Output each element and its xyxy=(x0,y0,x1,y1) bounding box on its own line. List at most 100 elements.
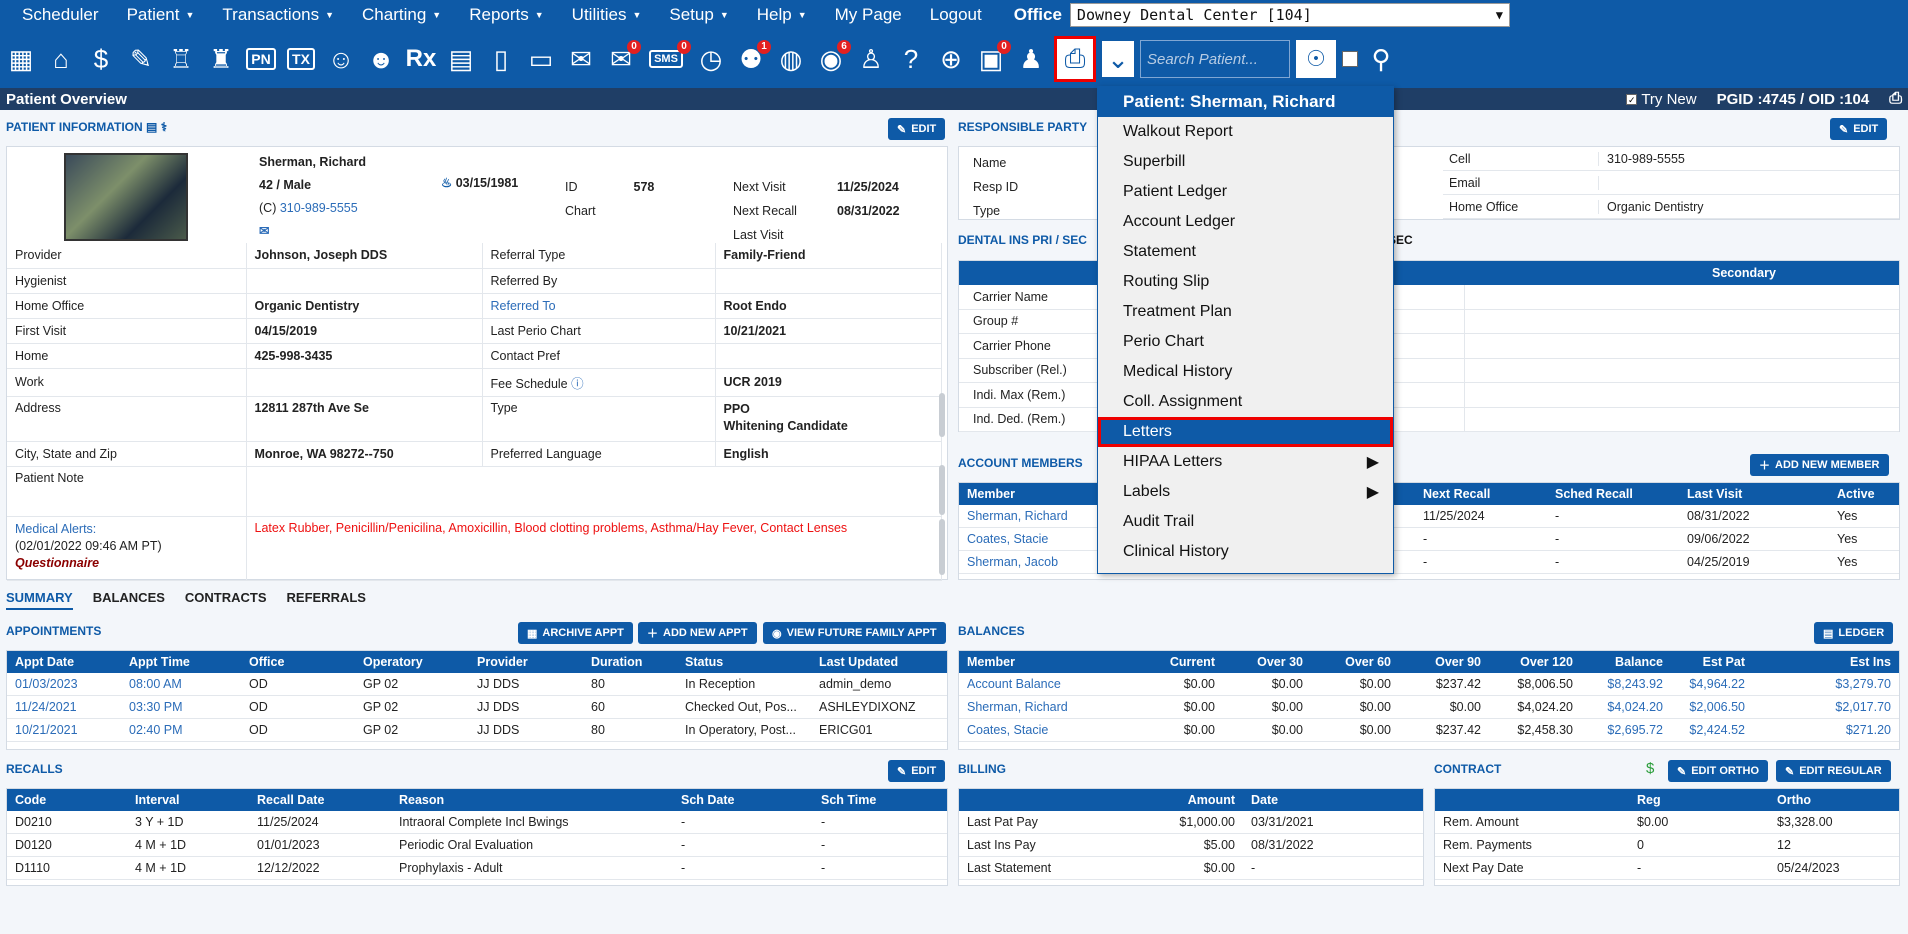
table-cell[interactable]: $4,964.22 xyxy=(1671,673,1753,696)
tooth-icon[interactable]: ♙ xyxy=(854,39,888,79)
patient-edit-button[interactable]: ✎ EDIT xyxy=(888,118,946,140)
patient-phone-link[interactable]: 310-989-5555 xyxy=(280,201,358,215)
scrollbar[interactable] xyxy=(939,393,945,437)
search-patient-input[interactable]: Search Patient... xyxy=(1140,40,1290,78)
print-menu-item-clinical-history[interactable]: Clinical History xyxy=(1098,537,1393,567)
tab-contracts[interactable]: CONTRACTS xyxy=(185,590,267,610)
tab-referrals[interactable]: REFERRALS xyxy=(287,590,366,610)
view-future-family-appt-button[interactable]: ◉ VIEW FUTURE FAMILY APPT xyxy=(763,622,946,644)
alerts-icon[interactable]: ⚉ 1 xyxy=(734,39,771,79)
search-checkbox[interactable] xyxy=(1342,51,1358,67)
menu-item-setup[interactable]: Setup ▼ xyxy=(655,5,742,25)
menu-item-help[interactable]: Help ▼ xyxy=(743,5,821,25)
print-menu-item-treatment-plan[interactable]: Treatment Plan xyxy=(1098,297,1393,327)
table-row[interactable]: Last Ins Pay $5.00 08/31/2022 xyxy=(959,833,1423,857)
print-menu-item-patient-ledger[interactable]: Patient Ledger xyxy=(1098,177,1393,207)
table-cell[interactable]: 01/03/2023 xyxy=(7,673,121,696)
table-row[interactable]: Sherman, Richard $0.00 $0.00 $0.00 $0.00 $4,0… xyxy=(959,695,1899,719)
table-cell[interactable]: 11/24/2021 xyxy=(7,695,121,719)
web-icon[interactable]: ⊕ xyxy=(934,39,968,79)
home-icon[interactable]: ⌂ xyxy=(44,39,78,79)
progress-notes-icon[interactable]: PN xyxy=(244,39,278,79)
menu-item-transactions[interactable]: Transactions ▼ xyxy=(208,5,348,25)
recalls-edit-button[interactable]: ✎ EDIT xyxy=(888,760,946,782)
print-menu-item-medical-history[interactable]: Medical History xyxy=(1098,357,1393,387)
table-cell[interactable]: $2,006.50 xyxy=(1671,695,1753,719)
table-row[interactable]: D0210 3 Y + 1D 11/25/2024 Intraoral Complet… xyxy=(7,811,947,834)
notes-icon[interactable]: ▤ xyxy=(444,39,478,79)
scrollbar[interactable] xyxy=(939,519,945,575)
table-cell[interactable]: $2,695.72 xyxy=(1581,718,1671,742)
table-cell[interactable]: $2,017.70 xyxy=(1753,695,1899,719)
document-icon[interactable]: ▯ xyxy=(484,39,518,79)
print-menu-item-coll-assignment[interactable]: Coll. Assignment xyxy=(1098,387,1393,417)
menu-item-reports[interactable]: Reports ▼ xyxy=(455,5,557,25)
search-icon[interactable]: ☉ xyxy=(1296,40,1336,78)
menu-item-my-page[interactable]: My Page xyxy=(821,5,916,25)
print-page-icon[interactable]: ⎙ xyxy=(1889,90,1902,108)
archive-appt-button[interactable]: ▦ ARCHIVE APPT xyxy=(518,622,633,644)
table-row[interactable]: D1110 4 M + 1D 12/12/2022 Prophylaxis - Adu… xyxy=(7,856,947,880)
edit-regular-button[interactable]: ✎ EDIT REGULAR xyxy=(1776,760,1891,782)
table-row[interactable]: Coates, Stacie $0.00 $0.00 $0.00 $237.42 $2,4… xyxy=(959,718,1899,742)
table-row[interactable]: D0120 4 M + 1D 01/01/2023 Periodic Oral Eva… xyxy=(7,833,947,857)
add-new-appt-button[interactable]: ＋ ADD NEW APPT xyxy=(638,622,757,644)
email-icon[interactable]: ✉ xyxy=(259,220,366,243)
globe-user-icon[interactable]: ◍ xyxy=(774,39,808,79)
tab-summary[interactable]: SUMMARY xyxy=(6,590,73,610)
messages-icon[interactable]: ✉ 0 xyxy=(604,39,641,79)
add-family-icon[interactable]: ☻ xyxy=(364,39,398,79)
transactions-icon[interactable]: $ xyxy=(84,39,118,79)
office-select[interactable]: Downey Dental Center [104] ▼ xyxy=(1069,3,1510,27)
menu-item-patient[interactable]: Patient ▼ xyxy=(113,5,209,25)
add-patient-icon[interactable]: ☺ xyxy=(324,39,358,79)
menu-item-logout[interactable]: Logout xyxy=(916,5,996,25)
contract-money-icon[interactable]: $ xyxy=(1646,760,1654,777)
table-row[interactable]: Account Balance $0.00 $0.00 $0.00 $237.42 $8,… xyxy=(959,673,1899,696)
table-cell[interactable]: 10/21/2021 xyxy=(7,718,121,742)
sms-icon[interactable]: SMS 0 xyxy=(644,39,691,79)
email-icon[interactable]: ✉ xyxy=(564,39,598,79)
print-menu-item-perio-chart[interactable]: Perio Chart xyxy=(1098,327,1393,357)
table-cell[interactable]: 03:30 PM xyxy=(121,695,241,719)
table-cell[interactable]: Account Balance xyxy=(959,673,1135,696)
table-cell[interactable]: $3,279.70 xyxy=(1753,673,1899,696)
ledger-button[interactable]: ▤ LEDGER xyxy=(1814,622,1894,644)
tooth-perio-icon[interactable]: ♜ xyxy=(204,39,238,79)
print-menu-item-letters[interactable]: Letters xyxy=(1098,417,1393,447)
table-row[interactable]: Last Statement $0.00- xyxy=(959,856,1423,880)
advanced-search-icon[interactable]: ⚲ xyxy=(1364,39,1398,79)
table-row[interactable]: Rem. Amount $0.00 $3,328.00 xyxy=(1435,811,1899,834)
tab-balances[interactable]: BALANCES xyxy=(93,590,165,610)
edit-ortho-button[interactable]: ✎ EDIT ORTHO xyxy=(1668,760,1769,782)
table-cell[interactable]: 08:00 AM xyxy=(121,673,241,696)
calendar-icon[interactable]: ▦ xyxy=(4,39,38,79)
treatment-icon[interactable]: TX xyxy=(284,39,318,79)
print-menu-item-superbill[interactable]: Superbill xyxy=(1098,147,1393,177)
prescription-icon[interactable]: Rx xyxy=(404,39,438,79)
print-menu-item-labels[interactable]: Labels ▶ xyxy=(1098,477,1393,507)
print-menu-item-account-ledger[interactable]: Account Ledger xyxy=(1098,207,1393,237)
clock-icon[interactable]: ◷ xyxy=(694,39,728,79)
charting-pencil-icon[interactable]: ✎ xyxy=(124,39,158,79)
table-row[interactable]: Next Pay Date -05/24/2023 xyxy=(1435,856,1899,880)
online-booking-icon[interactable]: ◉ 6 xyxy=(814,39,851,79)
add-new-member-button[interactable]: ＋ ADD NEW MEMBER xyxy=(1750,454,1889,476)
table-row[interactable]: 01/03/2023 08:00 AM OD GP 02 JJ DDS 80 In Rece… xyxy=(7,673,947,696)
print-menu-item-statement[interactable]: Statement xyxy=(1098,237,1393,267)
help-tooth-icon[interactable]: ? xyxy=(894,39,928,79)
try-new-toggle[interactable]: ✓ Try New xyxy=(1626,91,1697,108)
table-row[interactable]: 10/21/2021 02:40 PM OD GP 02 JJ DDS 80 In Oper… xyxy=(7,718,947,742)
table-cell[interactable]: 02:40 PM xyxy=(121,718,241,742)
print-menu-item-hipaa-letters[interactable]: HIPAA Letters ▶ xyxy=(1098,447,1393,477)
print-menu-item-audit-trail[interactable]: Audit Trail xyxy=(1098,507,1393,537)
menu-item-charting[interactable]: Charting ▼ xyxy=(348,5,455,25)
table-cell[interactable]: $4,024.20 xyxy=(1581,695,1671,719)
table-row[interactable]: Rem. Payments 0 12 xyxy=(1435,833,1899,857)
table-cell[interactable]: $8,243.92 xyxy=(1581,673,1671,696)
lab-cases-icon[interactable]: ▣ 0 xyxy=(974,39,1011,79)
table-row[interactable]: 11/24/2021 03:30 PM OD GP 02 JJ DDS 60 Checked… xyxy=(7,695,947,719)
questionnaire-link[interactable]: Questionnaire xyxy=(15,555,238,572)
table-cell[interactable]: Coates, Stacie xyxy=(959,718,1135,742)
tooth-chart-icon[interactable]: ♖ xyxy=(164,39,198,79)
